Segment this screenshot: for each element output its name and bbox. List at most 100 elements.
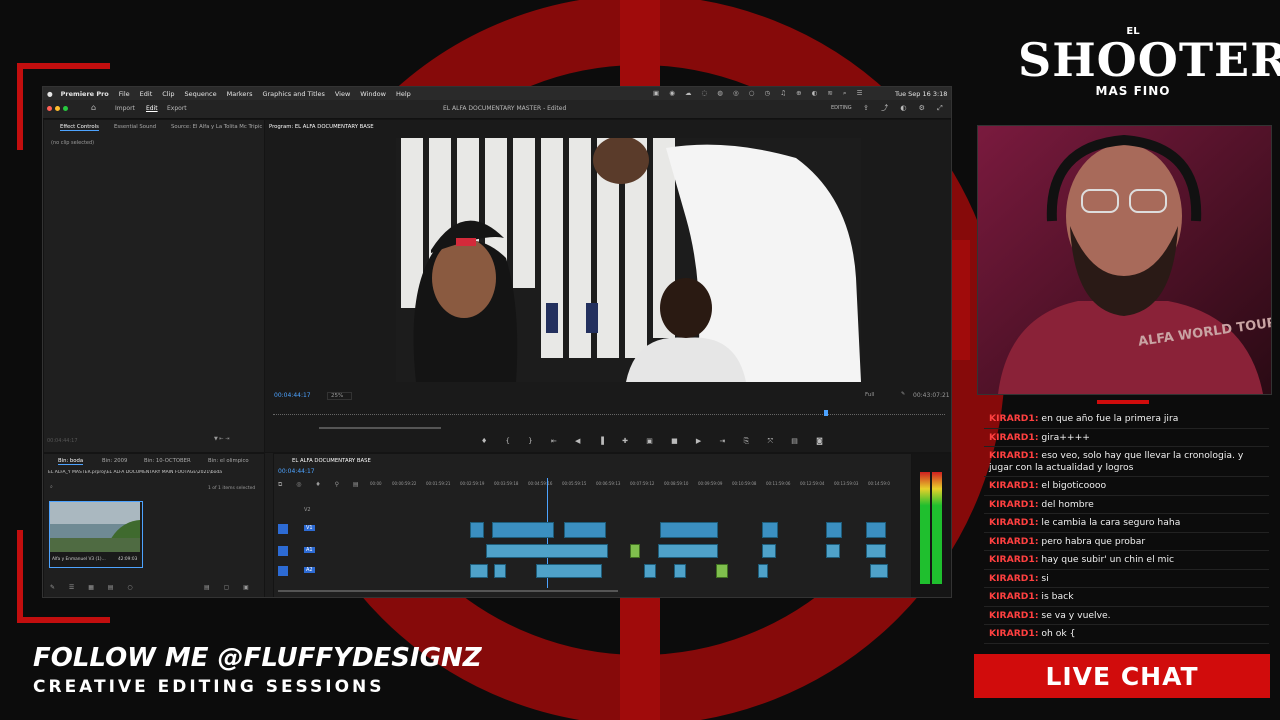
video-clip[interactable] <box>470 522 484 538</box>
search-icon[interactable]: ⌕ <box>50 484 53 490</box>
menu-help[interactable]: Help <box>396 90 411 98</box>
timeline-tools[interactable]: ⧉ ◎ ♦ ⚲ ▤ <box>278 481 365 489</box>
chat-message: KIRARD1: oh ok { <box>984 625 1269 644</box>
audio-clip[interactable] <box>870 564 888 578</box>
audio-clip[interactable] <box>470 564 488 578</box>
v1-target[interactable] <box>278 524 288 534</box>
chat-username: KIRARD1: <box>989 450 1039 461</box>
track-v1-label: V1 <box>304 525 315 531</box>
track-v2[interactable]: V2 <box>278 504 370 520</box>
menu-graphics[interactable]: Graphics and Titles <box>262 90 324 98</box>
workspace-label[interactable]: EDITING <box>831 105 852 111</box>
menu-file[interactable]: File <box>119 90 130 98</box>
chat-text: en que año fue la primera jira <box>1041 413 1179 424</box>
a1-target[interactable] <box>278 546 288 556</box>
chat-text: el bigoticoooo <box>1041 480 1107 491</box>
ruler-tick: 00:00:59:22 <box>392 481 417 486</box>
audio-clip[interactable] <box>826 544 840 558</box>
chat-username: KIRARD1: <box>989 591 1039 602</box>
quality-select[interactable]: Full <box>865 392 874 398</box>
video-clip[interactable] <box>492 522 554 538</box>
audio-clip[interactable] <box>762 544 776 558</box>
ruler-tick: 00:07:59:12 <box>630 481 655 486</box>
window-close-dot[interactable] <box>47 106 52 111</box>
audio-clip[interactable] <box>658 544 718 558</box>
menu-clip[interactable]: Clip <box>162 90 174 98</box>
audio-clip[interactable] <box>644 564 656 578</box>
chat-message: KIRARD1: si <box>984 570 1269 588</box>
tab-bin-olimpico[interactable]: Bin: el olimpico <box>208 458 249 464</box>
audio-clip[interactable] <box>866 544 886 558</box>
tab-bin-2009[interactable]: Bin: 2009 <box>102 458 127 464</box>
meter-right <box>932 472 942 584</box>
zoom-bar[interactable] <box>319 427 441 429</box>
status-icons: ▣ ◉ ☁ ◌ ◍ ◎ ○ ◷ ♫ ⊕ ◐ ≋ ⌕ ☰ <box>653 89 867 97</box>
audio-clip[interactable] <box>674 564 686 578</box>
menu-window[interactable]: Window <box>360 90 386 98</box>
menu-sequence[interactable]: Sequence <box>185 90 217 98</box>
chat-message: KIRARD1: del hombre <box>984 496 1269 514</box>
premiere-window: ● Premiere Pro File Edit Clip Sequence M… <box>42 86 952 598</box>
ruler-tick: 00:04:59:16 <box>528 481 553 486</box>
home-icon[interactable]: ⌂ <box>91 103 96 112</box>
nav-edit[interactable]: Edit <box>146 105 158 112</box>
shooter-logo: EL SHOOTER MAS FINO <box>1018 26 1280 98</box>
chat-message: KIRARD1: is back <box>984 588 1269 607</box>
live-chat-banner: LIVE CHAT <box>974 654 1270 698</box>
playhead-marker[interactable] <box>824 410 828 416</box>
audio-clip[interactable] <box>630 544 640 558</box>
tab-essential-sound[interactable]: Essential Sound <box>114 124 156 130</box>
program-timecode[interactable]: 00:04:44:17 <box>274 392 311 399</box>
share-icons[interactable]: ⇪ ⤴ ◐ ⚙ ⤢ <box>863 103 948 113</box>
clip-thumbnail[interactable]: Alfa y Enmanuel V3 (1)... 42:09:03 <box>49 501 143 568</box>
follow-me-text: FOLLOW ME @FLUFFYDESIGNZ <box>33 643 482 673</box>
filter-icon[interactable]: ▼ ⇤ ⇥ <box>214 436 229 442</box>
audio-clip[interactable] <box>494 564 506 578</box>
chat-text: hay que subir' un chin el mic <box>1041 554 1175 565</box>
apple-icon[interactable]: ● <box>47 90 53 98</box>
source-timecode: 00:04:44:17 <box>47 438 78 444</box>
app-name-menu[interactable]: Premiere Pro <box>61 90 109 98</box>
timeline-scrollbar[interactable] <box>278 590 618 592</box>
menu-view[interactable]: View <box>335 90 350 98</box>
menu-markers[interactable]: Markers <box>227 90 253 98</box>
transport-controls[interactable]: ♦ { } ⇤ ◀ ▐ ✚ ▣ ■ ▶ ⇥ ⎘ ⤧ ▤ ◙ <box>481 437 831 446</box>
menu-edit[interactable]: Edit <box>140 90 153 98</box>
audio-clip[interactable] <box>536 564 602 578</box>
tab-program[interactable]: Program: EL ALFA DOCUMENTARY BASE <box>269 124 374 130</box>
wrench-icon[interactable]: ✎ <box>901 391 905 397</box>
zoom-select[interactable]: 25% <box>327 392 353 400</box>
video-clip[interactable] <box>826 522 842 538</box>
tab-timeline[interactable]: EL ALFA DOCUMENTARY BASE <box>292 458 371 464</box>
document-title: EL ALFA DOCUMENTARY MASTER - Edited <box>443 105 567 112</box>
track-a1[interactable]: A1 <box>278 544 370 560</box>
video-clip[interactable] <box>660 522 718 538</box>
audio-clip[interactable] <box>486 544 608 558</box>
nav-import[interactable]: Import <box>115 105 135 112</box>
chat-text: pero habra que probar <box>1041 535 1146 547</box>
program-video-frame[interactable] <box>396 138 861 382</box>
video-clip[interactable] <box>564 522 606 538</box>
premiere-titlebar: ⌂ Import Edit Export EL ALFA DOCUMENTARY… <box>43 100 951 119</box>
track-v1[interactable]: V1 <box>278 522 370 538</box>
program-scrubber[interactable] <box>273 414 945 419</box>
creative-sessions-text: CREATIVE EDITING SESSIONS <box>33 677 385 697</box>
window-min-dot[interactable] <box>55 106 60 111</box>
video-clip[interactable] <box>866 522 886 538</box>
project-actions[interactable]: ▤ ▢ ▣ <box>204 584 255 591</box>
track-a2-label: A2 <box>304 567 315 573</box>
tab-source[interactable]: Source: El Alfa y La Tolita Mc Tripic <box>171 124 262 130</box>
tab-bin-boda[interactable]: Bin: boda <box>58 458 84 465</box>
video-clip[interactable] <box>762 522 778 538</box>
track-a2[interactable]: A2 <box>278 564 370 580</box>
timeline-timecode[interactable]: 00:04:44:17 <box>278 468 315 475</box>
project-toolbar[interactable]: ✎ ☰ ▦ ▤ ○ <box>50 584 139 591</box>
nav-export[interactable]: Export <box>167 105 187 112</box>
timeline-ruler[interactable]: 00:00 00:00:59:22 00:01:59:21 00:02:59:1… <box>370 481 900 491</box>
window-max-dot[interactable] <box>63 106 68 111</box>
audio-clip[interactable] <box>758 564 768 578</box>
audio-clip[interactable] <box>716 564 728 578</box>
tab-bin-october[interactable]: Bin: 10-OCTOBER <box>144 458 191 464</box>
tab-effect-controls[interactable]: Effect Controls <box>60 124 99 131</box>
a2-target[interactable] <box>278 566 288 576</box>
